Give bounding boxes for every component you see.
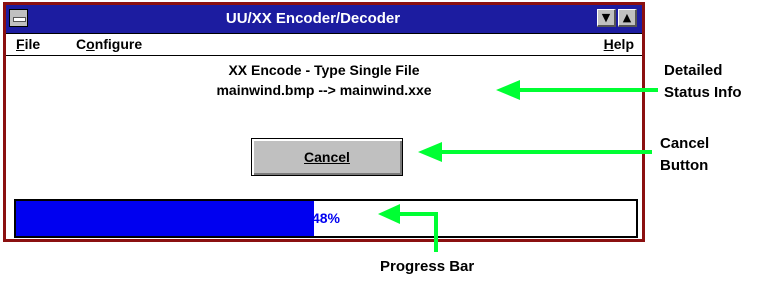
progress-callout-arrow-line xyxy=(396,212,438,252)
status-info-callout: Detailed Status Info xyxy=(664,62,742,101)
callout-arrows xyxy=(378,80,658,252)
progress-bar-callout: Progress Bar xyxy=(380,258,475,275)
progress-callout-arrowhead xyxy=(378,204,400,224)
cancel-button-callout: Cancel Button xyxy=(660,135,710,174)
status-callout-arrowhead xyxy=(496,80,520,100)
cancel-callout-arrowhead xyxy=(418,142,442,162)
